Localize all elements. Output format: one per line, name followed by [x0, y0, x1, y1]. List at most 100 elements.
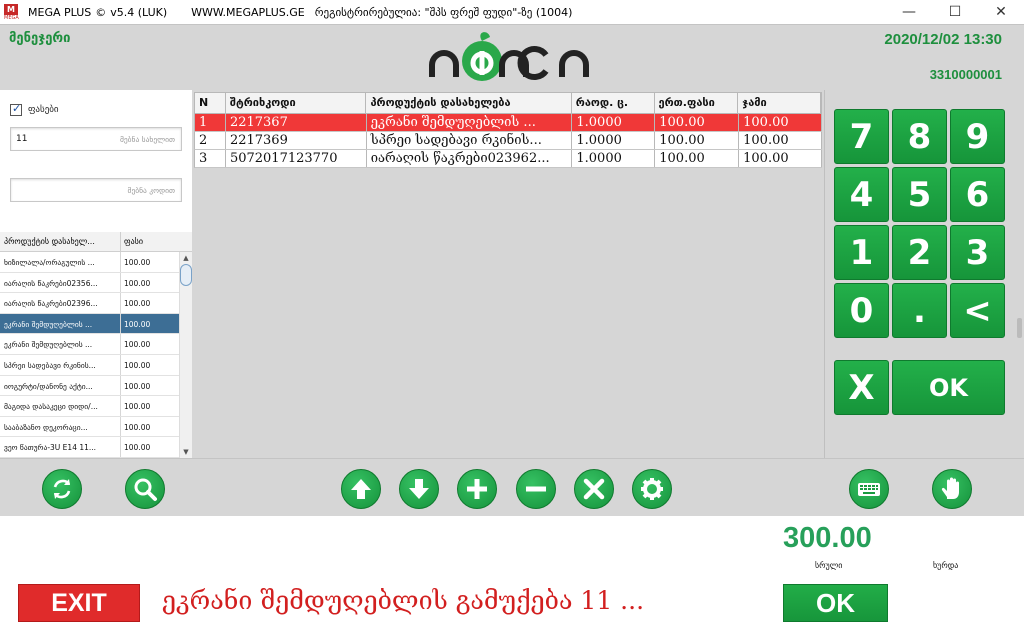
- key-backspace[interactable]: <: [950, 283, 1005, 338]
- product-list-item[interactable]: ვეო წათურა-3U E14 11... 100.00: [0, 437, 179, 458]
- close-window-button[interactable]: ✕: [978, 0, 1024, 24]
- scroll-thumb[interactable]: [180, 264, 192, 286]
- name-search-input[interactable]: 11 მებნა სახელით: [10, 127, 182, 151]
- exit-button[interactable]: EXIT: [18, 584, 140, 622]
- unit-price-cell: 100.00: [655, 150, 740, 167]
- table-row[interactable]: 2 2217369 სპრეი სადებავი რკინის... 1.0000 10…: [194, 132, 822, 150]
- total-label: სრული: [815, 561, 843, 570]
- pos-window: M MEGA MEGA PLUS © v5.4 (LUK) WWW.MEGAPLUS.…: [0, 0, 1024, 634]
- change-label: ხურდა: [933, 561, 959, 570]
- product-price: 100.00: [124, 278, 151, 288]
- product-price: 100.00: [124, 402, 151, 412]
- product-list-item[interactable]: ხიზილალა/ორაგულის ... 100.00: [0, 252, 179, 273]
- product-name: იოგურტი/დანონე აქტი...: [4, 381, 93, 391]
- minimize-button[interactable]: —: [886, 0, 932, 24]
- product-price: 100.00: [124, 443, 151, 453]
- minus-icon[interactable]: [516, 469, 556, 509]
- column-header-barcode[interactable]: შტრიხკოდი: [226, 93, 367, 113]
- column-header-sum[interactable]: ჯამი: [738, 93, 821, 113]
- product-price: 100.00: [124, 422, 151, 432]
- table-row[interactable]: 3 5072017123770 იარაღის წაკრები023962... 1.…: [194, 150, 822, 168]
- product-name: იარაღის წაკრები02396...: [4, 299, 98, 309]
- product-search-panel: ფასები 11 მებნა სახელით მებნა კოდით პროდ…: [0, 90, 192, 458]
- product-list: პროდუქტის დასახელ... ფასი ხიზილალა/ორაგუ…: [0, 232, 192, 458]
- key-1[interactable]: 1: [834, 225, 889, 280]
- plus-icon[interactable]: [457, 469, 497, 509]
- product-list-rows: ხიზილალა/ორაგულის ... 100.00 იარაღის წაკრე…: [0, 252, 179, 458]
- product-list-item[interactable]: სპრეი სადებავი რკინის... 100.00: [0, 354, 179, 376]
- quantity-cell: 1.0000: [572, 150, 656, 167]
- column-header-unit-price[interactable]: ერთ.ფასი: [655, 93, 739, 113]
- app-logo-icon: M MEGA: [4, 4, 19, 21]
- product-price: 100.00: [124, 299, 151, 309]
- column-header-quantity[interactable]: რაოდ. ც.: [572, 93, 655, 113]
- product-list-header: პროდუქტის დასახელ... ფასი: [0, 232, 192, 252]
- column-header-price[interactable]: ფასი: [124, 237, 143, 246]
- table-row[interactable]: 1 2217367 ეკრანი შემდუღებლის ... 1.0000 100.…: [194, 114, 822, 132]
- keyboard-icon[interactable]: [849, 469, 889, 509]
- column-header-product-name[interactable]: პროდუქტის დასახელება: [366, 93, 572, 113]
- line-total-cell: 100.00: [739, 150, 822, 167]
- key-6[interactable]: 6: [950, 167, 1005, 222]
- refresh-icon[interactable]: [42, 469, 82, 509]
- row-number-cell: 2: [195, 132, 226, 149]
- key-4[interactable]: 4: [834, 167, 889, 222]
- unit-price-cell: 100.00: [655, 132, 740, 149]
- prices-checkbox-row[interactable]: ფასები: [10, 102, 59, 116]
- user-role: მენეჯერი: [9, 31, 71, 46]
- maximize-button[interactable]: ☐: [932, 0, 978, 24]
- product-name: ვეო წათურა-3U E14 11...: [4, 443, 97, 453]
- product-list-item[interactable]: ეკრანი შემდუღებლის ... 100.00: [0, 334, 179, 355]
- scroll-down-icon[interactable]: ▼: [180, 446, 192, 458]
- terminal-code: 3310000001: [929, 67, 1002, 82]
- receipt-table-area: N შტრიხკოდი პროდუქტის დასახელება რაოდ. ც…: [192, 90, 824, 458]
- key-9[interactable]: 9: [950, 109, 1005, 164]
- unit-price-cell: 100.00: [655, 114, 740, 131]
- product-list-item[interactable]: იოგურტი/დანონე აქტი... 100.00: [0, 375, 179, 397]
- product-list-scrollbar[interactable]: ▲ ▼: [179, 252, 192, 458]
- receipt-table-header: N შტრიხკოდი პროდუქტის დასახელება რაოდ. ც…: [194, 92, 822, 114]
- arrow-down-icon[interactable]: [399, 469, 439, 509]
- row-number-cell: 3: [195, 150, 226, 167]
- quantity-cell: 1.0000: [572, 132, 656, 149]
- close-icon[interactable]: [574, 469, 614, 509]
- window-resize-grip[interactable]: [1017, 318, 1022, 338]
- product-name-cell: სპრეი სადებავი რკინის...: [367, 132, 573, 149]
- action-toolbar: [0, 458, 1024, 516]
- product-list-item[interactable]: იარაღის წაკრები02356... 100.00: [0, 272, 179, 294]
- clear-key[interactable]: X: [834, 360, 889, 415]
- barcode-cell: 2217369: [226, 132, 367, 149]
- key-0[interactable]: 0: [834, 283, 889, 338]
- code-search-input[interactable]: მებნა კოდით: [10, 178, 182, 202]
- product-list-item[interactable]: სააბაზანო დეკორაცი... 100.00: [0, 416, 179, 438]
- column-header-n[interactable]: N: [195, 93, 226, 113]
- ok-button[interactable]: OK: [783, 584, 888, 622]
- key-7[interactable]: 7: [834, 109, 889, 164]
- product-name: ეკრანი შემდუღებლის ...: [4, 319, 93, 329]
- product-price: 100.00: [124, 360, 151, 370]
- product-list-item[interactable]: იარაღის წაკრები02396... 100.00: [0, 293, 179, 314]
- search-icon[interactable]: [125, 469, 165, 509]
- key-8[interactable]: 8: [892, 109, 947, 164]
- barcode-cell: 5072017123770: [226, 150, 367, 167]
- key-decimal[interactable]: .: [892, 283, 947, 338]
- product-list-item[interactable]: ეკრანი შემდუღებლის ... 100.00: [0, 313, 179, 335]
- scroll-up-icon[interactable]: ▲: [180, 252, 192, 264]
- product-name-cell: ეკრანი შემდუღებლის ...: [367, 114, 573, 131]
- brand-logo-icon: [429, 32, 589, 81]
- arrow-up-icon[interactable]: [341, 469, 381, 509]
- keypad-ok-button[interactable]: OK: [892, 360, 1005, 415]
- title-bar: M MEGA MEGA PLUS © v5.4 (LUK) WWW.MEGAPLUS.…: [0, 0, 1024, 24]
- gear-icon[interactable]: [632, 469, 672, 509]
- product-list-item[interactable]: მაგიდა დასაკეცი დიდი/... 100.00: [0, 396, 179, 417]
- product-price: 100.00: [124, 258, 151, 267]
- product-name: სააბაზანო დეკორაცი...: [4, 422, 88, 432]
- prices-checkbox[interactable]: [10, 102, 22, 116]
- column-header-name[interactable]: პროდუქტის დასახელ...: [4, 237, 116, 246]
- status-message: ეკრანი შემდუღებლის გამუქება 11 ...: [162, 586, 645, 615]
- key-3[interactable]: 3: [950, 225, 1005, 280]
- key-2[interactable]: 2: [892, 225, 947, 280]
- window-title: MEGA PLUS © v5.4 (LUK) WWW.MEGAPLUS.GE რეგის…: [28, 5, 573, 19]
- hand-icon[interactable]: [932, 469, 972, 509]
- key-5[interactable]: 5: [892, 167, 947, 222]
